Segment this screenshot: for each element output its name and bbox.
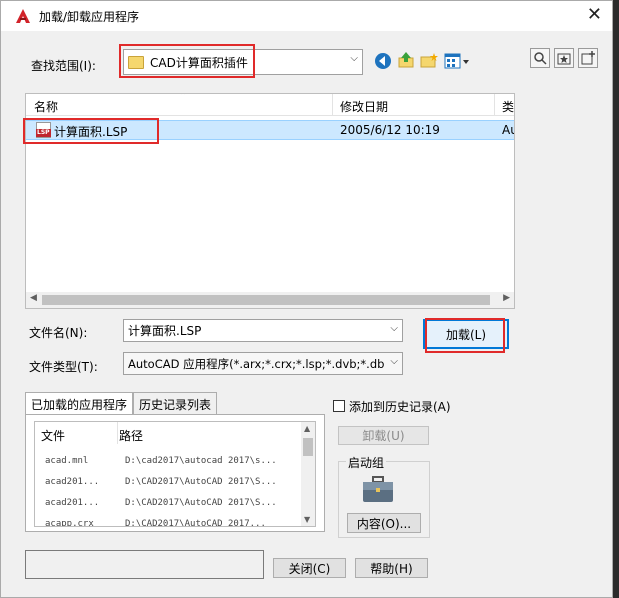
favorites-button[interactable] xyxy=(554,48,574,68)
close-window-icon[interactable]: ✕ xyxy=(587,4,602,25)
column-divider xyxy=(332,94,333,116)
column-divider xyxy=(117,422,118,444)
column-divider xyxy=(494,94,495,116)
loaded-app-file[interactable]: acad201... xyxy=(45,477,99,487)
add-history-label: 添加到历史记录(A) xyxy=(349,400,451,414)
filename-value: 计算面积.LSP xyxy=(128,324,202,338)
lookin-label: 查找范围(I): xyxy=(31,59,96,73)
horizontal-scrollbar[interactable]: ◀ ▶ xyxy=(26,292,514,308)
title-bar: 加载/卸载应用程序 ✕ xyxy=(1,1,612,31)
loaded-app-path[interactable]: D:\CAD2017\AutoCAD 2017... xyxy=(125,519,266,526)
filename-label: 文件名(N): xyxy=(29,326,88,340)
scroll-up-icon[interactable]: ▲ xyxy=(304,424,310,433)
close-button[interactable]: 关闭(C) xyxy=(273,558,346,578)
loaded-apps-tabs: 已加载的应用程序 历史记录列表 文件 路径 acad.mnl D:\cad201… xyxy=(25,392,325,532)
window-title: 加载/卸载应用程序 xyxy=(39,10,140,24)
tab-panel: 文件 路径 acad.mnl D:\cad2017\autocad 2017\s… xyxy=(25,414,325,532)
file-date: 2005/6/12 10:19 xyxy=(340,123,440,137)
contents-button[interactable]: 内容(O)... xyxy=(347,513,421,533)
column-header-file[interactable]: 文件 xyxy=(41,427,65,444)
filetype-label: 文件类型(T): xyxy=(29,360,98,374)
scroll-down-icon[interactable]: ▼ xyxy=(304,515,310,524)
file-list-header: ⌃ 名称 修改日期 类 xyxy=(26,94,514,116)
loaded-app-path[interactable]: D:\CAD2017\AutoCAD 2017\S... xyxy=(125,498,277,508)
loaded-app-file[interactable]: acad201... xyxy=(45,498,99,508)
find-button[interactable] xyxy=(530,48,550,68)
loaded-apps-list: 文件 路径 acad.mnl D:\cad2017\autocad 2017\s… xyxy=(34,421,316,527)
scroll-thumb[interactable] xyxy=(42,295,490,305)
file-type: Au xyxy=(502,123,514,137)
load-highlight-box xyxy=(425,318,505,353)
up-folder-icon[interactable] xyxy=(397,51,415,69)
favorites-folder-icon xyxy=(557,53,571,65)
unload-button-label: 卸载(U) xyxy=(362,429,405,443)
column-header-path[interactable]: 路径 xyxy=(119,427,143,444)
vertical-scrollbar[interactable]: ▲ ▼ xyxy=(301,422,315,526)
column-header-date[interactable]: 修改日期 xyxy=(340,98,388,115)
file-highlight-box xyxy=(23,118,159,144)
loaded-app-path[interactable]: D:\CAD2017\AutoCAD 2017\S... xyxy=(125,477,277,487)
filetype-value: AutoCAD 应用程序(*.arx;*.crx;*.lsp;*.dvb;*.d… xyxy=(128,356,384,371)
scroll-left-icon[interactable]: ◀ xyxy=(30,293,37,303)
loaded-app-path[interactable]: D:\cad2017\autocad 2017\s... xyxy=(125,456,277,466)
search-icon xyxy=(534,52,547,65)
chevron-down-icon: ⌵ xyxy=(350,53,358,64)
tab-history-list[interactable]: 历史记录列表 xyxy=(133,392,218,414)
add-history-checkbox[interactable] xyxy=(333,400,345,412)
status-field xyxy=(25,550,264,579)
help-button-label: 帮助(H) xyxy=(370,561,413,576)
briefcase-icon xyxy=(363,476,393,502)
tab-label: 历史记录列表 xyxy=(139,398,212,412)
scroll-thumb[interactable] xyxy=(303,438,313,456)
help-button[interactable]: 帮助(H) xyxy=(355,558,428,578)
tab-label: 已加载的应用程序 xyxy=(31,398,128,412)
sort-ascending-icon: ⌃ xyxy=(178,93,189,103)
filename-combo[interactable]: 计算面积.LSP ⌵ xyxy=(123,319,403,342)
close-button-label: 关闭(C) xyxy=(288,561,331,576)
add-favorites-button[interactable] xyxy=(578,48,598,68)
filetype-combo[interactable]: AutoCAD 应用程序(*.arx;*.crx;*.lsp;*.dvb;*.d… xyxy=(123,352,403,375)
loaded-app-file[interactable]: acapp.crx xyxy=(45,519,94,526)
unload-button[interactable]: 卸载(U) xyxy=(338,426,429,445)
scroll-right-icon[interactable]: ▶ xyxy=(503,293,510,303)
column-header-type[interactable]: 类 xyxy=(502,98,514,115)
loaded-app-file[interactable]: acad.mnl xyxy=(45,456,88,466)
load-unload-dialog: 加载/卸载应用程序 ✕ 查找范围(I): CAD计算面积插件 ⌵ ⌃ 名称 修改… xyxy=(0,0,613,598)
contents-button-label: 内容(O)... xyxy=(356,516,412,531)
chevron-down-icon: ⌵ xyxy=(390,356,398,367)
autocad-logo-icon xyxy=(16,9,30,23)
column-header-name[interactable]: 名称 xyxy=(34,98,58,115)
tab-loaded-applications[interactable]: 已加载的应用程序 xyxy=(25,392,134,415)
new-folder-icon[interactable] xyxy=(420,52,438,70)
startup-group-title: 启动组 xyxy=(346,454,387,471)
view-menu-icon[interactable] xyxy=(444,52,470,70)
chevron-down-icon: ⌵ xyxy=(390,323,398,334)
back-icon[interactable] xyxy=(374,52,392,70)
lookin-highlight-box xyxy=(119,44,255,78)
add-favorite-icon xyxy=(581,51,595,65)
